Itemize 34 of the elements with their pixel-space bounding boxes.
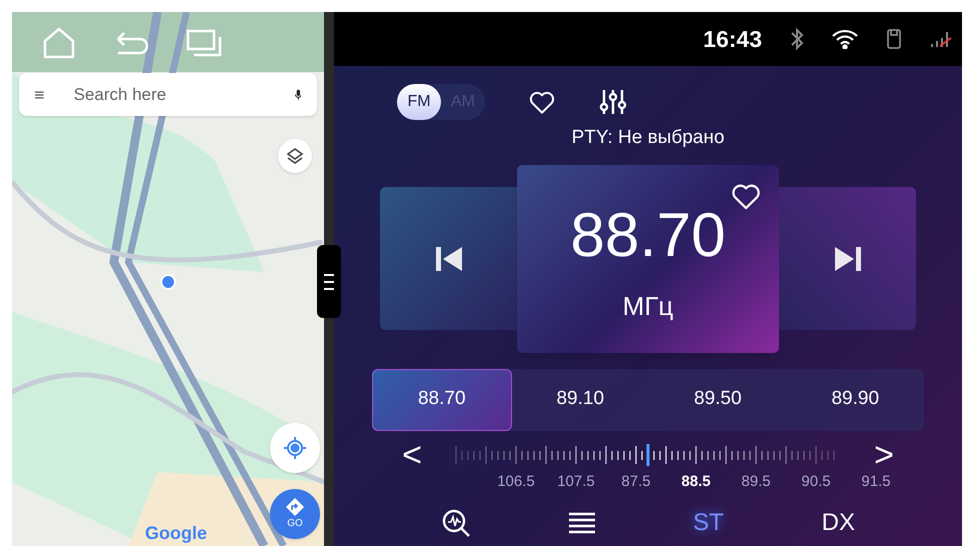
pty-label: PTY: Не выбрано [572, 126, 724, 150]
frequency-unit: МГц [622, 290, 674, 322]
bluetooth-icon [790, 27, 804, 51]
preset-button[interactable]: 88.70 [372, 368, 512, 430]
preset-button[interactable]: 89.50 [649, 368, 786, 430]
signal-icon [930, 30, 952, 48]
search-field[interactable]: Search here [74, 82, 295, 108]
scale-label: 91.5 [860, 472, 892, 492]
split-handle[interactable] [317, 245, 342, 318]
list-icon[interactable] [568, 512, 595, 534]
scale-label: 88.5 [680, 472, 712, 492]
mode-toggle[interactable]: ST [692, 504, 724, 540]
equalizer-icon[interactable] [599, 88, 627, 116]
sd-card-icon [886, 28, 902, 50]
mode-toggle[interactable]: DX [822, 504, 855, 540]
map-logo: Google [145, 522, 207, 545]
scale-label: 89.5 [740, 472, 772, 492]
scale-label: 107.5 [556, 472, 596, 492]
frequency-display: 88.70 [570, 204, 726, 266]
directions-icon [286, 498, 304, 516]
search-bar[interactable]: Search here [19, 73, 318, 116]
layers-icon [286, 147, 304, 165]
clock: 16:43 [703, 24, 762, 54]
scale-label: 87.5 [620, 472, 652, 492]
scale-label: 90.5 [800, 472, 832, 492]
scale-label: 106.5 [496, 472, 536, 492]
preset-button[interactable]: 89.90 [786, 368, 924, 430]
scan-icon[interactable] [440, 508, 471, 538]
preset-button[interactable]: 89.10 [512, 368, 649, 430]
tune-up-button[interactable]: > [844, 438, 924, 472]
wifi-icon [832, 29, 858, 49]
band-tab[interactable]: FM [397, 84, 441, 120]
location-target-icon [283, 436, 307, 460]
tune-down-button[interactable]: < [372, 438, 452, 472]
